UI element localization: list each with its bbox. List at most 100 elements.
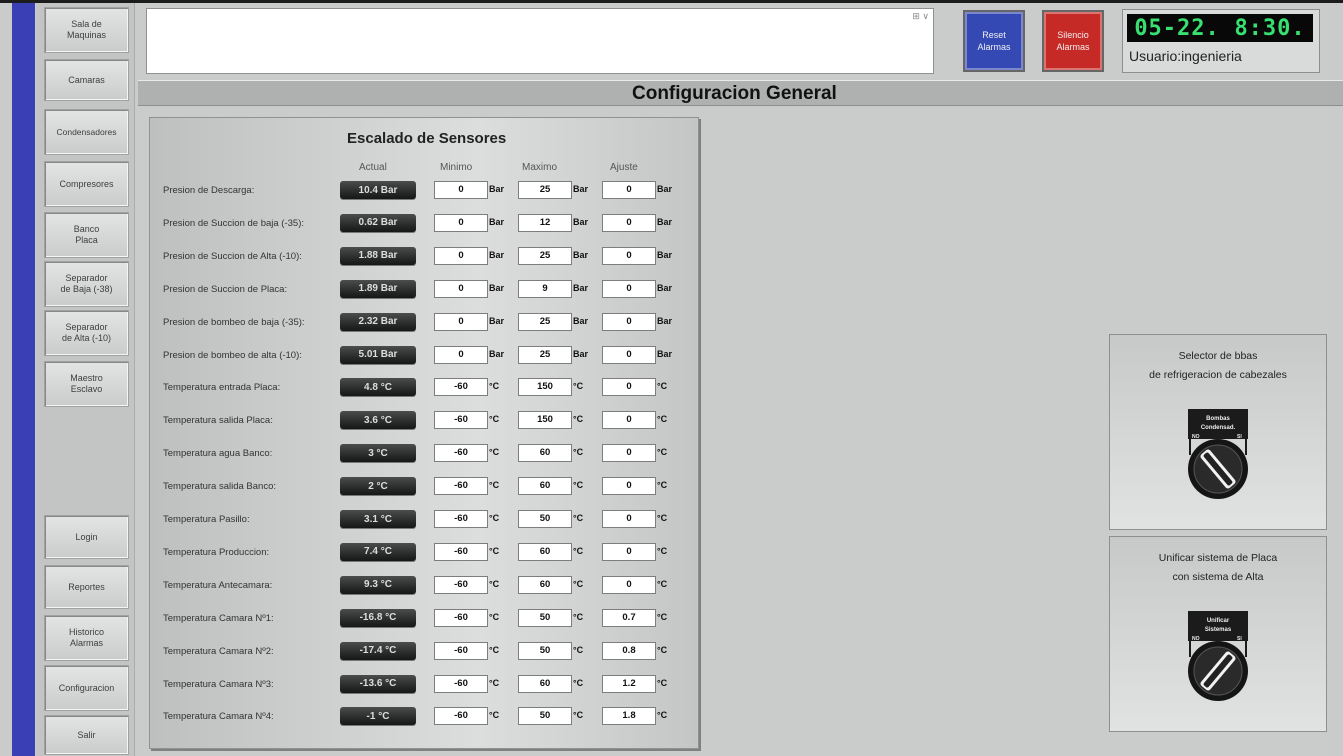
sensor-ajuste-input[interactable]: 0.7	[602, 608, 656, 627]
sensor-row: Presion de Succion de Alta (-10): 1.88 Ba…	[150, 246, 698, 268]
sensor-ajuste-input[interactable]: 0	[602, 213, 656, 232]
sensor-maximo-input[interactable]: 60	[518, 674, 572, 693]
sensor-ajuste-unit: Bar	[657, 348, 673, 359]
nav-configuracion-button[interactable]: Configuracion	[44, 665, 129, 711]
sensor-row: Temperatura Produccion: 7.4 °C -60 °C 60 °C 0 °…	[150, 542, 698, 564]
sensor-ajuste-unit: °C	[657, 414, 668, 425]
sensor-minimo-input[interactable]: -60	[434, 444, 488, 463]
sensor-ajuste-unit: °C	[657, 447, 668, 458]
sensor-ajuste-input[interactable]: 0.8	[602, 641, 656, 660]
sensor-ajuste-input[interactable]: 0	[602, 411, 656, 430]
silence-alarms-button[interactable]: Silencio Alarmas	[1042, 10, 1104, 72]
sensor-ajuste-unit: Bar	[657, 249, 673, 260]
sensor-maximo-input[interactable]: 50	[518, 510, 572, 528]
sensor-minimo-input[interactable]: -60	[434, 378, 488, 397]
sensor-ajuste-input[interactable]: 0	[602, 345, 656, 364]
sensor-maximo-unit: °C	[573, 677, 584, 688]
sensor-minimo-input[interactable]: -60	[434, 575, 488, 594]
sensor-ajuste-input[interactable]: 1.8	[602, 707, 656, 726]
sensor-maximo-input[interactable]: 150	[518, 411, 572, 430]
sensor-maximo-input[interactable]: 50	[518, 707, 572, 726]
reset-alarms-button[interactable]: Reset Alarmas	[963, 10, 1025, 72]
sensor-minimo-unit: °C	[489, 447, 500, 458]
sensor-ajuste-unit: °C	[657, 710, 668, 721]
nav-separador-baja-button[interactable]: Separador de Baja (-38)	[44, 261, 129, 307]
sensor-actual-value: 5.01 Bar	[340, 345, 416, 364]
unificar-sistemas-switch[interactable]: Unificar Sistemas NO SI	[1182, 611, 1254, 715]
sensor-maximo-unit: °C	[573, 545, 584, 556]
sensor-minimo-input[interactable]: 0	[434, 246, 488, 265]
sensor-maximo-input[interactable]: 60	[518, 477, 572, 496]
sensor-maximo-input[interactable]: 50	[518, 608, 572, 627]
sensor-row: Temperatura agua Banco: 3 °C -60 °C 60 °C 0 °C	[150, 443, 698, 465]
sensor-ajuste-input[interactable]: 1.2	[602, 674, 656, 693]
nav-sala-maquinas-button[interactable]: Sala de Maquinas	[44, 7, 129, 53]
sensor-maximo-input[interactable]: 25	[518, 312, 572, 331]
sensor-minimo-input[interactable]: -60	[434, 641, 488, 660]
nav-login-button[interactable]: Login	[44, 515, 129, 559]
column-header-actual: Actual	[359, 162, 387, 173]
sensor-label: Temperatura Produccion:	[163, 546, 270, 558]
sensor-actual-value: -17.4 °C	[340, 641, 416, 660]
sensor-ajuste-input[interactable]: 0	[602, 444, 656, 463]
sensor-minimo-input[interactable]: 0	[434, 279, 488, 298]
sensor-ajuste-input[interactable]: 0	[602, 246, 656, 265]
column-header-minimo: Minimo	[440, 162, 473, 173]
selector-bombas-switch[interactable]: Bombas Condensad. NO SI	[1182, 409, 1254, 513]
sensor-maximo-input[interactable]: 60	[518, 444, 572, 463]
sensor-maximo-unit: Bar	[573, 184, 589, 194]
nav-separador-alta-button[interactable]: Separador de Alta (-10)	[44, 310, 129, 356]
sensor-minimo-input[interactable]: -60	[434, 608, 488, 627]
sensor-minimo-input[interactable]: -60	[434, 542, 488, 561]
alarm-list-box[interactable]: ⊞ ∨	[146, 8, 934, 74]
sensor-maximo-input[interactable]: 9	[518, 279, 572, 298]
sensor-maximo-input[interactable]: 60	[518, 542, 572, 561]
sensor-minimo-input[interactable]: -60	[434, 477, 488, 496]
nav-compresores-button[interactable]: Compresores	[44, 161, 129, 207]
sensor-minimo-input[interactable]: 0	[434, 181, 488, 199]
nav-reportes-button[interactable]: Reportes	[44, 565, 129, 609]
sensor-ajuste-input[interactable]: 0	[602, 312, 656, 331]
sensor-ajuste-input[interactable]: 0	[602, 181, 656, 199]
sensor-maximo-input[interactable]: 12	[518, 213, 572, 232]
sensor-ajuste-unit: °C	[657, 611, 668, 622]
sensor-actual-value: 1.88 Bar	[340, 246, 416, 265]
sensor-ajuste-input[interactable]: 0	[602, 542, 656, 561]
column-header-ajuste: Ajuste	[610, 162, 638, 173]
sensor-maximo-input[interactable]: 25	[518, 246, 572, 265]
sensor-maximo-input[interactable]: 50	[518, 641, 572, 660]
sensor-minimo-input[interactable]: -60	[434, 411, 488, 430]
sensor-minimo-input[interactable]: -60	[434, 674, 488, 693]
sensor-minimo-input[interactable]: 0	[434, 213, 488, 232]
sensor-ajuste-input[interactable]: 0	[602, 510, 656, 528]
sensor-maximo-input[interactable]: 150	[518, 378, 572, 397]
left-accent-bar	[12, 3, 35, 756]
nav-salir-button[interactable]: Salir	[44, 715, 129, 755]
sensor-maximo-input[interactable]: 60	[518, 575, 572, 594]
sensor-minimo-input[interactable]: -60	[434, 510, 488, 528]
sensor-ajuste-input[interactable]: 0	[602, 477, 656, 496]
sensor-minimo-input[interactable]: 0	[434, 345, 488, 364]
sensor-ajuste-input[interactable]: 0	[602, 279, 656, 298]
nav-banco-placa-button[interactable]: Banco Placa	[44, 212, 129, 258]
alarm-list-controls[interactable]: ⊞ ∨	[912, 11, 929, 22]
sensor-maximo-unit: °C	[573, 381, 584, 392]
sensor-minimo-input[interactable]: -60	[434, 707, 488, 726]
unificar-switch-label-2: Sistemas	[1205, 627, 1232, 633]
sensor-ajuste-input[interactable]: 0	[602, 378, 656, 397]
sensor-maximo-unit: Bar	[573, 249, 589, 260]
nav-historico-alarmas-button[interactable]: Historico Alarmas	[44, 615, 129, 661]
sensor-minimo-unit: °C	[489, 578, 500, 589]
nav-condensadores-button[interactable]: Condensadores	[44, 109, 129, 155]
sensor-minimo-input[interactable]: 0	[434, 312, 488, 331]
sensor-ajuste-input[interactable]: 0	[602, 575, 656, 594]
sensor-label: Presion de Descarga:	[163, 185, 255, 196]
nav-maestro-esclavo-button[interactable]: Maestro Esclavo	[44, 361, 129, 407]
sensor-ajuste-unit: Bar	[657, 184, 673, 194]
sensor-minimo-unit: °C	[489, 677, 500, 688]
sensor-maximo-input[interactable]: 25	[518, 181, 572, 199]
sensor-maximo-input[interactable]: 25	[518, 345, 572, 364]
sensor-row: Temperatura Camara Nº2: -17.4 °C -60 °C 50 °C…	[150, 641, 698, 663]
nav-camaras-button[interactable]: Camaras	[44, 59, 129, 101]
sensor-minimo-unit: Bar	[489, 348, 505, 359]
